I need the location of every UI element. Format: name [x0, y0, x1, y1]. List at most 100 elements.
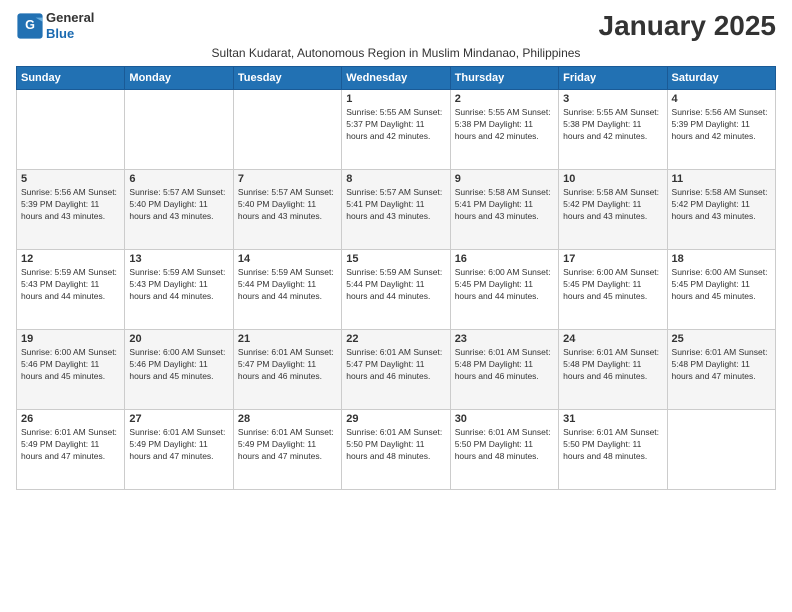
col-sunday: Sunday — [17, 67, 125, 90]
day-cell: 11Sunrise: 5:58 AM Sunset: 5:42 PM Dayli… — [667, 170, 775, 250]
day-number: 16 — [455, 253, 554, 265]
week-row-1: 5 Sunrise: 5:56 AM Sunset: 5:39 PM Daylig… — [17, 170, 776, 250]
col-friday: Friday — [559, 67, 667, 90]
day-number: 4 — [672, 93, 771, 105]
col-monday: Monday — [125, 67, 233, 90]
day-cell: 10 Sunrise: 5:58 AM Sunset: 5:42 PM Dayli… — [559, 170, 667, 250]
logo-line1: General — [46, 10, 94, 26]
day-cell: 20 Sunrise: 6:00 AM Sunset: 5:46 PM Dayli… — [125, 330, 233, 410]
day-number: 5 — [21, 173, 120, 185]
day-cell: 25Sunrise: 6:01 AM Sunset: 5:48 PM Dayli… — [667, 330, 775, 410]
day-number: 17 — [563, 253, 662, 265]
day-number: 12 — [21, 253, 120, 265]
month-title: January 2025 — [599, 10, 776, 42]
day-cell — [233, 90, 341, 170]
day-number: 3 — [563, 93, 662, 105]
day-cell: 19 Sunrise: 6:00 AM Sunset: 5:46 PM Dayli… — [17, 330, 125, 410]
day-cell — [667, 410, 775, 490]
logo-text: General Blue — [46, 10, 94, 41]
week-row-0: 1 Sunrise: 5:55 AM Sunset: 5:37 PM Daylig… — [17, 90, 776, 170]
day-number: 7 — [238, 173, 337, 185]
day-info: Sunrise: 6:01 AM Sunset: 5:50 PM Dayligh… — [455, 427, 554, 463]
day-cell: 6Sunrise: 5:57 AM Sunset: 5:40 PM Daylig… — [125, 170, 233, 250]
day-info: Sunrise: 5:57 AM Sunset: 5:40 PM Dayligh… — [238, 187, 337, 223]
col-wednesday: Wednesday — [342, 67, 450, 90]
week-row-3: 19 Sunrise: 6:00 AM Sunset: 5:46 PM Dayli… — [17, 330, 776, 410]
day-info: Sunrise: 6:01 AM Sunset: 5:48 PM Dayligh… — [455, 347, 554, 383]
day-cell: 1 Sunrise: 5:55 AM Sunset: 5:37 PM Daylig… — [342, 90, 450, 170]
day-number: 14 — [238, 253, 337, 265]
day-number: 31 — [563, 413, 662, 425]
week-row-2: 12 Sunrise: 5:59 AM Sunset: 5:43 PM Dayli… — [17, 250, 776, 330]
day-cell: 12Sunrise: 5:59 AM Sunset: 5:43 PM Dayli… — [17, 250, 125, 330]
day-cell — [17, 90, 125, 170]
day-info: Sunrise: 6:00 AM Sunset: 5:45 PM Dayligh… — [455, 267, 554, 303]
day-number: 18 — [672, 253, 771, 265]
day-cell: 5 Sunrise: 5:56 AM Sunset: 5:39 PM Daylig… — [17, 170, 125, 250]
day-number: 11 — [672, 173, 771, 185]
logo: G General Blue — [16, 10, 94, 41]
day-info: Sunrise: 6:01 AM Sunset: 5:48 PM Dayligh… — [672, 347, 771, 383]
day-info: Sunrise: 6:01 AM Sunset: 5:47 PM Dayligh… — [346, 347, 445, 383]
day-cell: 17 Sunrise: 6:00 AM Sunset: 5:45 PM Dayli… — [559, 250, 667, 330]
day-cell: 29 Sunrise: 6:01 AM Sunset: 5:50 PM Dayli… — [342, 410, 450, 490]
day-info: Sunrise: 6:01 AM Sunset: 5:49 PM Dayligh… — [238, 427, 337, 463]
day-cell: 15Sunrise: 5:59 AM Sunset: 5:44 PM Dayli… — [342, 250, 450, 330]
day-cell: 28 Sunrise: 6:01 AM Sunset: 5:49 PM Dayli… — [233, 410, 341, 490]
day-cell: 24Sunrise: 6:01 AM Sunset: 5:48 PM Dayli… — [559, 330, 667, 410]
day-number: 22 — [346, 333, 445, 345]
day-number: 13 — [129, 253, 228, 265]
day-cell: 7 Sunrise: 5:57 AM Sunset: 5:40 PM Daylig… — [233, 170, 341, 250]
day-number: 9 — [455, 173, 554, 185]
day-cell: 4 Sunrise: 5:56 AM Sunset: 5:39 PM Daylig… — [667, 90, 775, 170]
day-number: 1 — [346, 93, 445, 105]
day-info: Sunrise: 5:55 AM Sunset: 5:37 PM Dayligh… — [346, 107, 445, 143]
day-info: Sunrise: 6:01 AM Sunset: 5:50 PM Dayligh… — [346, 427, 445, 463]
col-tuesday: Tuesday — [233, 67, 341, 90]
day-cell: 26 Sunrise: 6:01 AM Sunset: 5:49 PM Dayli… — [17, 410, 125, 490]
day-number: 29 — [346, 413, 445, 425]
day-info: Sunrise: 5:58 AM Sunset: 5:42 PM Dayligh… — [563, 187, 662, 223]
day-cell: 13 Sunrise: 5:59 AM Sunset: 5:43 PM Dayli… — [125, 250, 233, 330]
header: G General Blue January 2025 — [16, 10, 776, 42]
day-cell: 9Sunrise: 5:58 AM Sunset: 5:41 PM Daylig… — [450, 170, 558, 250]
day-info: Sunrise: 5:56 AM Sunset: 5:39 PM Dayligh… — [672, 107, 771, 143]
logo-line2: Blue — [46, 26, 94, 42]
day-number: 21 — [238, 333, 337, 345]
day-number: 24 — [563, 333, 662, 345]
day-number: 8 — [346, 173, 445, 185]
day-info: Sunrise: 6:01 AM Sunset: 5:49 PM Dayligh… — [21, 427, 120, 463]
day-number: 6 — [129, 173, 228, 185]
day-info: Sunrise: 6:00 AM Sunset: 5:45 PM Dayligh… — [563, 267, 662, 303]
day-info: Sunrise: 6:00 AM Sunset: 5:45 PM Dayligh… — [672, 267, 771, 303]
day-cell: 21Sunrise: 6:01 AM Sunset: 5:47 PM Dayli… — [233, 330, 341, 410]
day-number: 26 — [21, 413, 120, 425]
day-info: Sunrise: 5:57 AM Sunset: 5:41 PM Dayligh… — [346, 187, 445, 223]
day-cell: 27 Sunrise: 6:01 AM Sunset: 5:49 PM Dayli… — [125, 410, 233, 490]
day-cell: 23Sunrise: 6:01 AM Sunset: 5:48 PM Dayli… — [450, 330, 558, 410]
day-number: 15 — [346, 253, 445, 265]
logo-icon: G — [16, 12, 44, 40]
day-number: 28 — [238, 413, 337, 425]
day-cell: 3 Sunrise: 5:55 AM Sunset: 5:38 PM Daylig… — [559, 90, 667, 170]
day-number: 2 — [455, 93, 554, 105]
day-number: 10 — [563, 173, 662, 185]
day-info: Sunrise: 5:59 AM Sunset: 5:43 PM Dayligh… — [129, 267, 228, 303]
day-info: Sunrise: 5:56 AM Sunset: 5:39 PM Dayligh… — [21, 187, 120, 223]
subtitle: Sultan Kudarat, Autonomous Region in Mus… — [16, 46, 776, 60]
day-number: 27 — [129, 413, 228, 425]
day-cell — [125, 90, 233, 170]
day-info: Sunrise: 6:00 AM Sunset: 5:46 PM Dayligh… — [129, 347, 228, 383]
col-saturday: Saturday — [667, 67, 775, 90]
header-row: Sunday Monday Tuesday Wednesday Thursday… — [17, 67, 776, 90]
day-info: Sunrise: 5:55 AM Sunset: 5:38 PM Dayligh… — [563, 107, 662, 143]
week-row-4: 26 Sunrise: 6:01 AM Sunset: 5:49 PM Dayli… — [17, 410, 776, 490]
day-number: 19 — [21, 333, 120, 345]
title-block: January 2025 — [599, 10, 776, 42]
day-cell: 8 Sunrise: 5:57 AM Sunset: 5:41 PM Daylig… — [342, 170, 450, 250]
day-cell: 2Sunrise: 5:55 AM Sunset: 5:38 PM Daylig… — [450, 90, 558, 170]
day-info: Sunrise: 5:59 AM Sunset: 5:44 PM Dayligh… — [238, 267, 337, 303]
day-info: Sunrise: 6:01 AM Sunset: 5:49 PM Dayligh… — [129, 427, 228, 463]
day-number: 20 — [129, 333, 228, 345]
day-info: Sunrise: 6:00 AM Sunset: 5:46 PM Dayligh… — [21, 347, 120, 383]
